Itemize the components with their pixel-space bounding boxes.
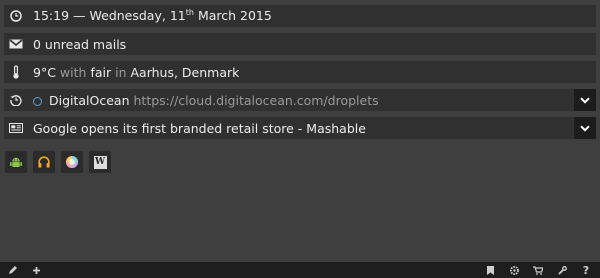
history-url: https://cloud.digitalocean.com/droplets bbox=[133, 92, 379, 108]
mail-count: 0 unread mails bbox=[33, 36, 127, 52]
history-icon bbox=[4, 89, 28, 111]
thermometer-icon bbox=[4, 61, 28, 83]
add-icon[interactable] bbox=[28, 262, 44, 278]
wikipedia-app-icon[interactable]: W bbox=[89, 151, 111, 173]
weather-row: 9°C with fair in Aarhus, Denmark bbox=[4, 61, 596, 83]
news-row[interactable]: Google opens its first branded retail st… bbox=[4, 117, 596, 139]
site-favicon-icon bbox=[33, 96, 42, 106]
app-shortcuts: W bbox=[5, 151, 111, 173]
clock-text: 15:19 — Wednesday, 11th March 2015 bbox=[28, 8, 272, 23]
clock-row: 15:19 — Wednesday, 11th March 2015 bbox=[4, 5, 596, 27]
weather-temperature: 9°C bbox=[33, 64, 56, 80]
bottom-toolbar: ? bbox=[0, 262, 600, 278]
clock-day: 11 bbox=[169, 8, 186, 24]
wikipedia-glyph: W bbox=[93, 155, 107, 169]
color-wheel-app-icon[interactable] bbox=[61, 151, 83, 173]
weather-in-label: in bbox=[115, 64, 127, 80]
help-icon[interactable]: ? bbox=[578, 262, 594, 278]
history-row[interactable]: DigitalOcean https://cloud.digitalocean.… bbox=[4, 89, 596, 111]
clock-month-year: March 2015 bbox=[197, 8, 272, 24]
android-app-icon[interactable] bbox=[5, 151, 27, 173]
settings-icon[interactable] bbox=[506, 262, 522, 278]
bookmark-icon[interactable] bbox=[482, 262, 498, 278]
mail-row[interactable]: 0 unread mails bbox=[4, 33, 596, 55]
clock-icon bbox=[4, 5, 28, 27]
weather-condition: fair bbox=[90, 64, 112, 80]
weather-location: Aarhus, Denmark bbox=[130, 64, 240, 80]
news-headline[interactable]: Google opens its first branded retail st… bbox=[28, 121, 366, 136]
edit-icon[interactable] bbox=[4, 262, 20, 278]
clock-day-suffix: th bbox=[185, 8, 194, 18]
headphones-app-icon[interactable] bbox=[33, 151, 55, 173]
news-expand-chevron-icon[interactable] bbox=[574, 117, 596, 139]
news-icon bbox=[4, 117, 28, 139]
weather-text: 9°C with fair in Aarhus, Denmark bbox=[28, 65, 239, 80]
clock-time: 15:19 bbox=[33, 8, 70, 24]
history-expand-chevron-icon[interactable] bbox=[574, 89, 596, 111]
clock-separator: — bbox=[73, 8, 86, 24]
history-entry[interactable]: DigitalOcean https://cloud.digitalocean.… bbox=[28, 93, 379, 108]
weather-with-label: with bbox=[59, 64, 87, 80]
mail-icon bbox=[4, 33, 28, 55]
history-title: DigitalOcean bbox=[48, 92, 130, 108]
wrench-icon[interactable] bbox=[554, 262, 570, 278]
cart-icon[interactable] bbox=[530, 262, 546, 278]
clock-weekday: Wednesday, bbox=[89, 8, 166, 24]
